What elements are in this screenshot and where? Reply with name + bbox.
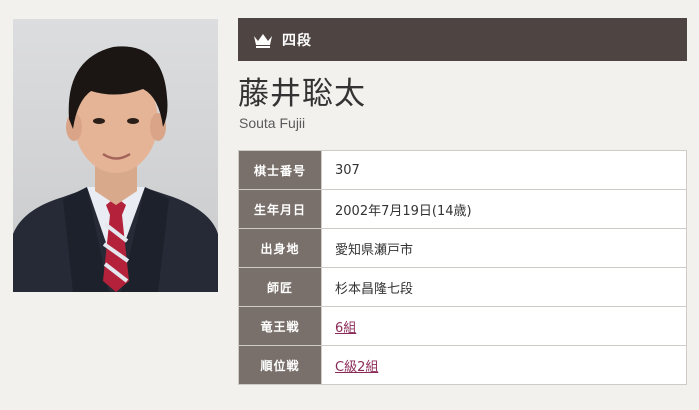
row-value-cell: 6組 — [321, 306, 687, 346]
player-info-table: 棋士番号 307 生年月日 2002年7月19日(14歳) 出身地 愛知県瀬戸市… — [238, 150, 687, 385]
player-name-japanese: 藤井聡太 — [238, 76, 366, 112]
table-row: 順位戦 C級2組 — [238, 345, 687, 385]
table-row: 師匠 杉本昌隆七段 — [238, 267, 687, 307]
rank-label: 四段 — [282, 32, 312, 49]
row-value: 307 — [321, 150, 687, 190]
crown-icon — [253, 32, 273, 48]
ryuo-class-link[interactable]: 6組 — [335, 321, 356, 336]
person-portrait-icon — [13, 19, 218, 292]
row-value-cell: C級2組 — [321, 345, 687, 385]
row-label: 棋士番号 — [238, 150, 322, 190]
player-name-english: Souta Fujii — [239, 115, 306, 131]
table-row: 出身地 愛知県瀬戸市 — [238, 228, 687, 268]
row-label: 竜王戦 — [238, 306, 322, 346]
rank-header: 四段 — [238, 18, 687, 61]
table-row: 竜王戦 6組 — [238, 306, 687, 346]
row-label: 師匠 — [238, 267, 322, 307]
row-label: 出身地 — [238, 228, 322, 268]
row-label: 順位戦 — [238, 345, 322, 385]
row-value: 杉本昌隆七段 — [321, 267, 687, 307]
table-row: 生年月日 2002年7月19日(14歳) — [238, 189, 687, 229]
row-value: 2002年7月19日(14歳) — [321, 189, 687, 229]
junisen-class-link[interactable]: C級2組 — [335, 360, 378, 375]
profile-photo — [13, 19, 218, 292]
row-label: 生年月日 — [238, 189, 322, 229]
table-row: 棋士番号 307 — [238, 150, 687, 190]
row-value: 愛知県瀬戸市 — [321, 228, 687, 268]
